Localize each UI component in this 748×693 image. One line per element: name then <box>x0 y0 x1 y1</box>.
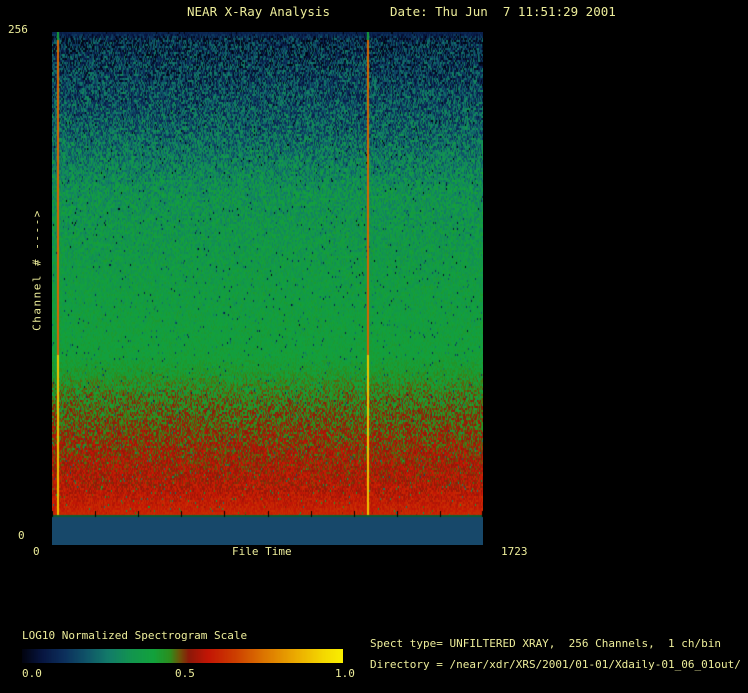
y-axis-max-label: 256 <box>8 24 28 35</box>
colorbar-title: LOG10 Normalized Spectrogram Scale <box>22 630 247 641</box>
spectrogram-plot <box>52 32 483 545</box>
x-axis-min-label: 0 <box>33 546 40 557</box>
colorbar-tick-low: 0.0 <box>22 668 42 679</box>
colorbar <box>22 648 343 662</box>
colorbar-tick-high: 1.0 <box>335 668 355 679</box>
y-axis-min-label: 0 <box>18 530 25 541</box>
spectrogram-canvas <box>52 32 483 545</box>
directory-label: Directory = /near/xdr/XRS/2001/01-01/Xda… <box>370 659 741 670</box>
y-axis-title: Channel # ----> <box>32 185 43 355</box>
colorbar-canvas <box>22 649 343 663</box>
x-axis-max-label: 1723 <box>501 546 528 557</box>
colorbar-tick-mid: 0.5 <box>175 668 195 679</box>
x-axis-title: File Time <box>232 546 292 557</box>
date-label: Date: Thu Jun 7 11:51:29 2001 <box>390 6 616 19</box>
spect-type-label: Spect type= UNFILTERED XRAY, 256 Channel… <box>370 638 721 649</box>
page-title: NEAR X-Ray Analysis <box>187 6 330 19</box>
